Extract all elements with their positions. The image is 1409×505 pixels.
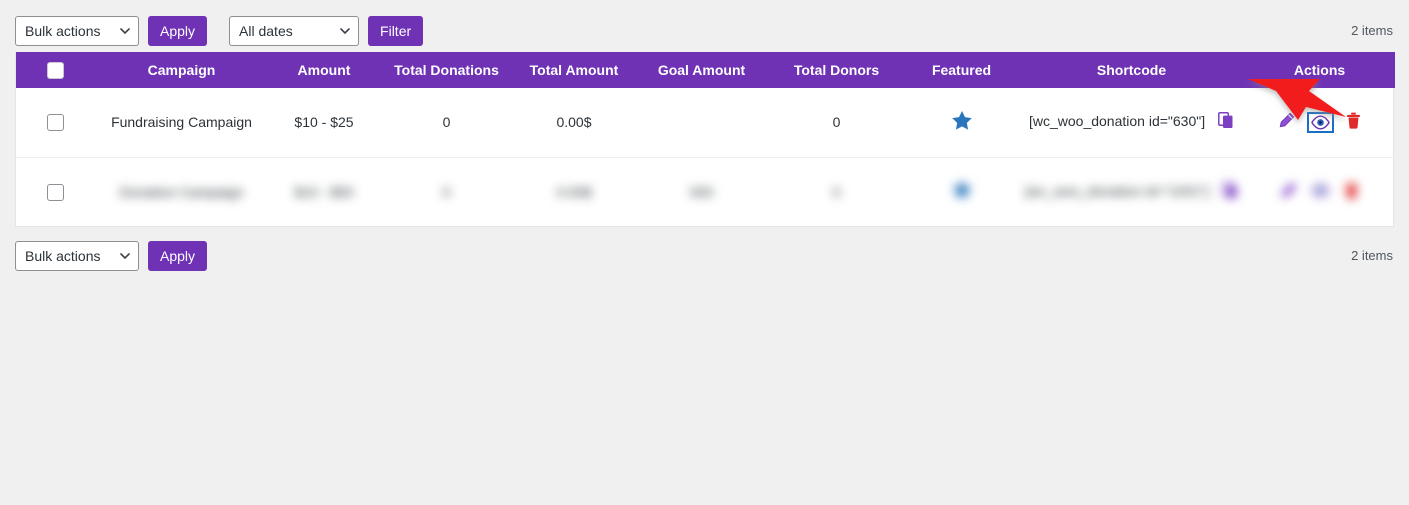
column-header-campaign[interactable]: Campaign	[94, 52, 269, 88]
filter-button[interactable]: Filter	[368, 16, 424, 46]
view-button[interactable]	[1311, 183, 1330, 201]
bottom-toolbar: Bulk actions Apply	[0, 234, 1409, 278]
row-select-cell	[16, 157, 94, 226]
top-toolbar: Bulk actions Apply All dates Filter	[0, 9, 1409, 53]
eye-icon	[1311, 115, 1330, 130]
row-checkbox[interactable]	[46, 183, 64, 201]
campaigns-table-container: Campaign Amount Total Donations Total Am…	[15, 52, 1395, 227]
table-row: Fundraising Campaign $10 - $25 0 0.00$ 0	[16, 88, 1395, 157]
star-icon[interactable]	[951, 179, 973, 204]
view-button[interactable]	[1307, 111, 1334, 133]
delete-button[interactable]	[1344, 182, 1359, 202]
cell-goal-amount	[634, 88, 769, 157]
eye-icon	[1311, 183, 1330, 198]
cell-goal-amount: 500	[689, 183, 714, 200]
cell-featured	[904, 88, 1019, 157]
cell-actions	[1244, 157, 1395, 226]
column-header-total-donations[interactable]: Total Donations	[379, 52, 514, 88]
dates-filter-select-value[interactable]: All dates	[229, 16, 360, 46]
column-header-total-donors[interactable]: Total Donors	[769, 52, 904, 88]
bulk-actions-select-top[interactable]: Bulk actions	[15, 16, 139, 46]
column-header-goal-amount[interactable]: Goal Amount	[634, 52, 769, 88]
select-all-checkbox[interactable]	[46, 61, 64, 79]
apply-button-bottom[interactable]: Apply	[148, 241, 208, 271]
bulk-actions-select-bottom-value[interactable]: Bulk actions	[15, 241, 139, 271]
cell-featured	[904, 157, 1019, 226]
campaigns-table: Campaign Amount Total Donations Total Am…	[16, 52, 1395, 226]
edit-button[interactable]	[1278, 112, 1295, 132]
cell-shortcode: [wc_woo_donation id="1001"]	[1019, 157, 1244, 226]
row-checkbox[interactable]	[46, 114, 64, 132]
column-header-featured[interactable]: Featured	[904, 52, 1019, 88]
shortcode-text: [wc_woo_donation id="630"]	[1028, 113, 1206, 130]
shortcode-text: [wc_woo_donation id="1001"]	[1025, 182, 1210, 199]
items-count-bottom: 2 items	[1351, 248, 1393, 263]
copy-icon[interactable]	[1221, 181, 1238, 202]
table-header: Campaign Amount Total Donations Total Am…	[16, 52, 1395, 88]
edit-button[interactable]	[1280, 182, 1297, 202]
cell-total-donations: 0	[442, 183, 451, 200]
cell-campaign: Fundraising Campaign	[111, 114, 252, 131]
column-header-actions[interactable]: Actions	[1244, 52, 1395, 88]
bulk-actions-select-top-value[interactable]: Bulk actions	[15, 16, 139, 46]
campaigns-list-page: Bulk actions Apply All dates Filter 2 it…	[0, 0, 1409, 505]
delete-button[interactable]	[1346, 112, 1361, 132]
table-header-row: Campaign Amount Total Donations Total Am…	[16, 52, 1395, 88]
cell-total-donors: 0	[832, 183, 841, 200]
cell-shortcode: [wc_woo_donation id="630"]	[1019, 88, 1244, 157]
cell-amount: $10 - $50	[294, 183, 354, 200]
cell-total-amount: 0.00$	[556, 114, 592, 131]
column-header-shortcode[interactable]: Shortcode	[1019, 52, 1244, 88]
bulk-actions-select-bottom[interactable]: Bulk actions	[15, 241, 139, 271]
column-header-total-amount[interactable]: Total Amount	[514, 52, 634, 88]
star-icon[interactable]	[951, 110, 973, 135]
cell-campaign: Donation Campaign	[119, 183, 244, 200]
items-count-top: 2 items	[1351, 23, 1393, 38]
cell-total-donations: 0	[442, 114, 451, 131]
row-select-cell	[16, 88, 94, 157]
cell-total-amount: 0.00$	[556, 183, 592, 200]
copy-icon[interactable]	[1218, 112, 1234, 132]
select-all-header	[16, 52, 94, 88]
cell-amount: $10 - $25	[294, 114, 354, 131]
dates-filter-select[interactable]: All dates	[229, 16, 360, 46]
cell-total-donors: 0	[832, 114, 841, 131]
column-header-amount[interactable]: Amount	[269, 52, 379, 88]
cell-actions	[1244, 88, 1395, 157]
table-body: Fundraising Campaign $10 - $25 0 0.00$ 0	[16, 88, 1395, 226]
apply-button-top[interactable]: Apply	[148, 16, 208, 46]
table-row: Donation Campaign $10 - $50 0 0.00$ 500 …	[16, 157, 1395, 226]
